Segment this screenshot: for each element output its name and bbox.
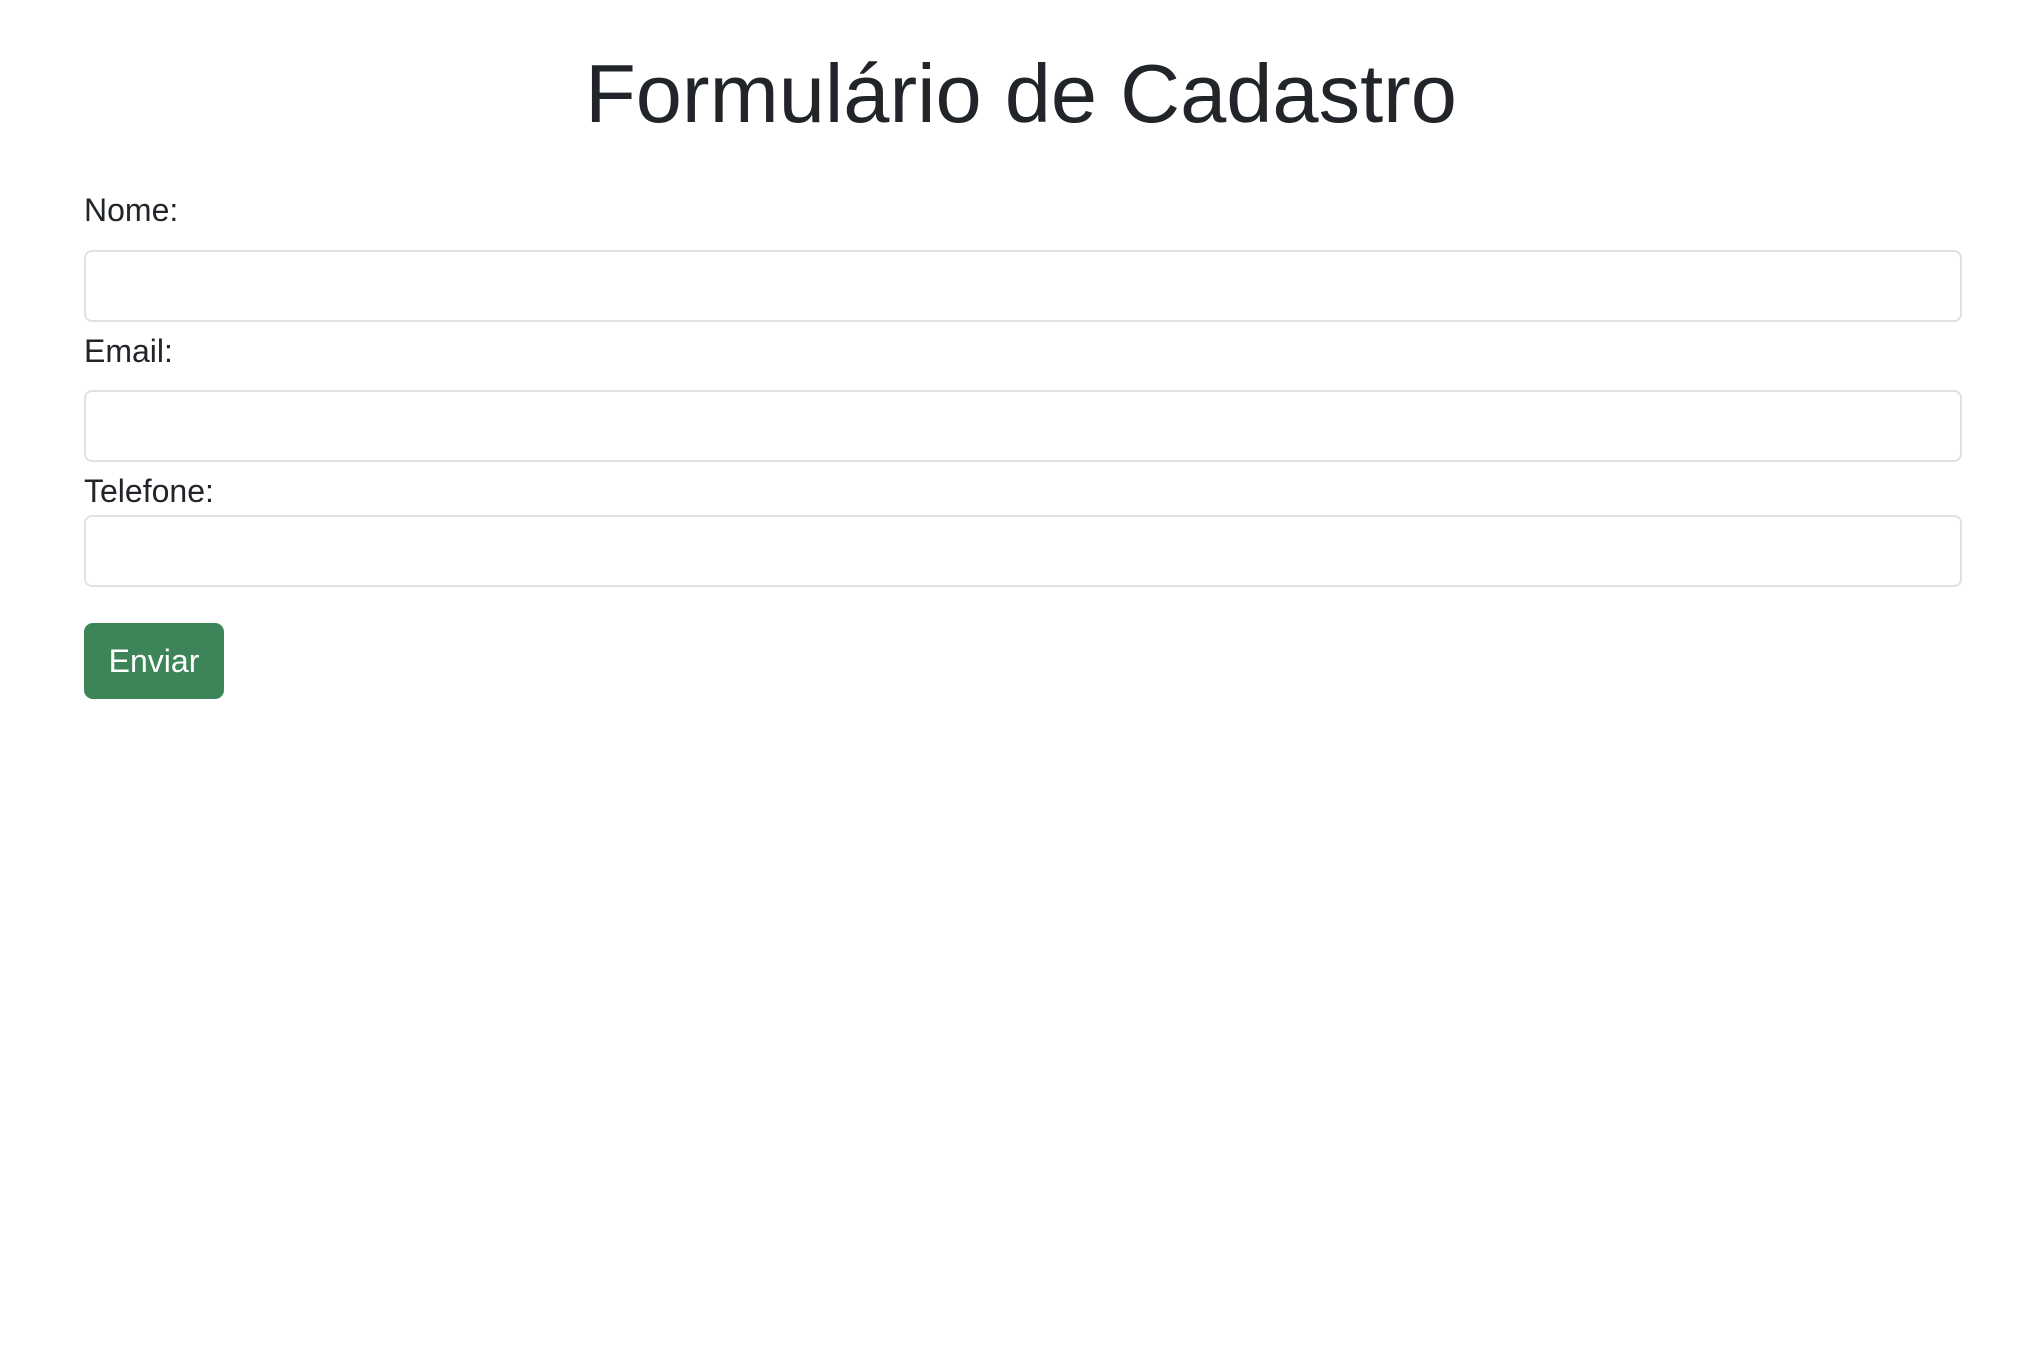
telefone-label: Telefone:	[84, 473, 214, 509]
telefone-input[interactable]	[84, 515, 1962, 587]
nome-input[interactable]	[84, 250, 1962, 322]
submit-button[interactable]: Enviar	[84, 623, 224, 699]
page-title: Formulário de Cadastro	[585, 47, 1457, 140]
email-label: Email:	[84, 333, 173, 369]
email-input[interactable]	[84, 390, 1962, 462]
nome-label: Nome:	[84, 192, 179, 228]
